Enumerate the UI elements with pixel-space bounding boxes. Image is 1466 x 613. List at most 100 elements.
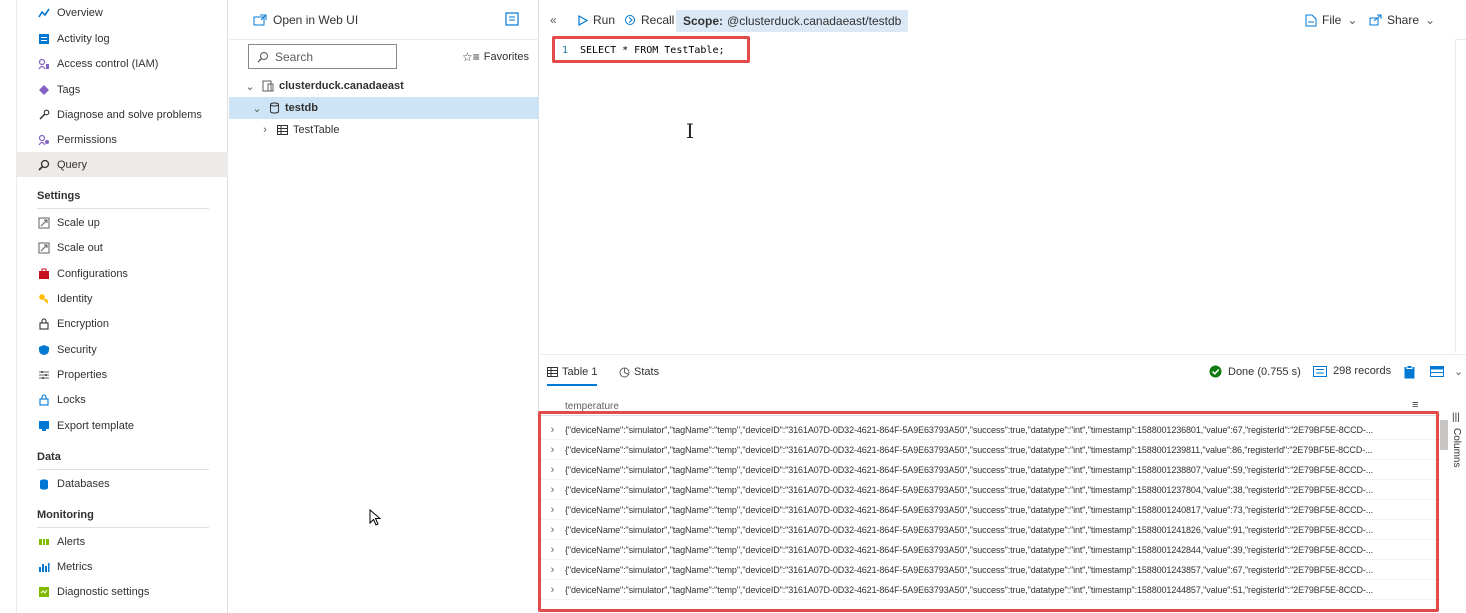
- open-in-web-ui-label: Open in Web UI: [273, 13, 359, 27]
- expand-panel-button[interactable]: «: [550, 13, 557, 27]
- records-text: 298 records: [1333, 365, 1392, 377]
- search-placeholder: Search: [275, 49, 314, 64]
- nav-item-identity[interactable]: Identity: [17, 286, 228, 311]
- chevron-down-icon: ⌄: [1454, 366, 1464, 378]
- nav-item-query[interactable]: Query: [17, 152, 228, 177]
- scope-label: Scope:: [683, 14, 724, 28]
- nav-item-label: Databases: [57, 477, 110, 490]
- nav-item-scale-up[interactable]: Scale up: [17, 210, 228, 235]
- query-editor[interactable]: 1 SELECT * FROM TestTable;: [540, 38, 1455, 354]
- run-label: Run: [593, 13, 616, 27]
- collapse-panel-button[interactable]: [505, 12, 519, 29]
- scope-value: @clusterduck.canadaeast/testdb: [727, 14, 902, 28]
- tab-stats[interactable]: Stats: [619, 366, 659, 378]
- nav-item-access-control[interactable]: Access control (IAM): [17, 51, 228, 76]
- copy-results-button[interactable]: [1404, 365, 1421, 379]
- table-view-icon: [1430, 366, 1444, 377]
- nav-item-label: Activity log: [57, 32, 110, 45]
- file-icon: [1305, 14, 1317, 26]
- alerts-icon: [37, 535, 50, 548]
- nav-item-label: Configurations: [57, 267, 128, 280]
- search-icon: [257, 51, 269, 62]
- nav-item-label: Export template: [57, 419, 135, 432]
- editor-scrollbar[interactable]: [1455, 40, 1466, 353]
- nav-item-locks[interactable]: Locks: [17, 387, 228, 412]
- tree-item-cluster[interactable]: ⌄ clusterduck.canadaeast: [229, 75, 539, 97]
- nav-item-scale-out[interactable]: Scale out: [17, 235, 228, 260]
- tab-table-1[interactable]: Table 1: [547, 366, 598, 386]
- columns-side-panel-button[interactable]: ||| Columns: [1448, 410, 1466, 470]
- view-options-button[interactable]: ⌄: [1430, 365, 1463, 378]
- nav-item-activity-log[interactable]: Activity log: [17, 26, 228, 51]
- recall-label: Recall: [641, 13, 675, 27]
- stats-icon: [619, 367, 630, 377]
- nav-item-label: Security: [57, 343, 97, 356]
- nav-item-databases[interactable]: Databases: [17, 471, 228, 496]
- nav-item-security[interactable]: Security: [17, 337, 228, 362]
- records-icon: [1313, 365, 1327, 377]
- nav-item-label: Tags: [57, 83, 81, 96]
- tag-icon: [37, 83, 50, 96]
- wrench-icon: [37, 108, 50, 121]
- nav-item-permissions[interactable]: Permissions: [17, 127, 228, 152]
- nav-item-label: Access control (IAM): [57, 57, 159, 70]
- chevron-down-icon: ⌄: [252, 102, 262, 115]
- lock-icon: [37, 393, 50, 406]
- nav-item-overview[interactable]: Overview: [17, 0, 228, 25]
- nav-item-diagnostic-settings[interactable]: Diagnostic settings: [17, 579, 228, 604]
- share-icon: [1369, 14, 1382, 26]
- database-tree-panel: Open in Web UI Search ☆≡ Favorites ⌄ clu…: [229, 0, 539, 613]
- file-menu-button[interactable]: File ⌄: [1305, 13, 1357, 27]
- chevron-down-icon: ⌄: [1347, 13, 1358, 27]
- nav-item-configurations[interactable]: Configurations: [17, 261, 228, 286]
- scale-out-icon: [37, 241, 50, 254]
- metrics-icon: [37, 560, 50, 573]
- favorites-button[interactable]: ☆≡ Favorites: [462, 50, 529, 64]
- results-highlight-box: [538, 411, 1439, 612]
- section-settings: Settings: [37, 190, 209, 209]
- nav-item-export-template[interactable]: Export template: [17, 413, 228, 438]
- export-template-icon: [37, 419, 50, 432]
- cluster-name: clusterduck.canadaeast: [279, 80, 404, 92]
- permissions-icon: [37, 133, 50, 146]
- results-toolbar: Table 1 Stats Done (0.755 s) 298 records…: [540, 354, 1466, 390]
- query-highlight-box: [552, 36, 750, 63]
- tab-stats-label: Stats: [634, 366, 660, 378]
- run-button[interactable]: Run: [578, 13, 615, 27]
- chevron-down-icon: ⌄: [1425, 13, 1436, 27]
- tree-search-input[interactable]: Search: [248, 44, 397, 69]
- column-menu-icon[interactable]: ≡: [1412, 399, 1418, 411]
- chevron-right-icon: ›: [263, 124, 267, 136]
- nav-item-label: Alerts: [57, 535, 86, 548]
- section-data: Data: [37, 451, 209, 470]
- chevron-down-icon: ⌄: [245, 80, 255, 93]
- database-name: testdb: [285, 102, 318, 114]
- nav-item-encryption[interactable]: Encryption: [17, 311, 228, 336]
- scope-badge[interactable]: Scope: @clusterduck.canadaeast/testdb: [676, 10, 909, 32]
- properties-icon: [37, 368, 50, 381]
- share-label: Share: [1387, 13, 1420, 27]
- grid-scrollbar-thumb[interactable]: [1440, 420, 1448, 450]
- nav-item-label: Diagnose and solve problems: [57, 108, 202, 121]
- iam-icon: [37, 57, 50, 70]
- tree-item-table[interactable]: › TestTable: [229, 119, 539, 141]
- text-cursor-icon: I: [686, 119, 694, 143]
- query-toolbar: « Run Recall Scope: @clusterduck.canadae…: [540, 0, 1466, 40]
- clipboard-icon: [1404, 365, 1415, 379]
- resource-menu: Overview Activity log Access control (IA…: [0, 0, 228, 613]
- nav-item-diagnose[interactable]: Diagnose and solve problems: [17, 102, 228, 127]
- tab-table-label: Table 1: [562, 366, 598, 378]
- shield-icon: [37, 343, 50, 356]
- nav-item-label: Diagnostic settings: [57, 585, 150, 598]
- nav-item-tags[interactable]: Tags: [17, 77, 228, 102]
- nav-item-label: Metrics: [57, 560, 93, 573]
- open-in-web-ui-button[interactable]: Open in Web UI: [253, 13, 358, 27]
- nav-item-metrics[interactable]: Metrics: [17, 554, 228, 579]
- share-menu-button[interactable]: Share ⌄: [1369, 13, 1435, 27]
- nav-item-properties[interactable]: Properties: [17, 362, 228, 387]
- recall-button[interactable]: Recall: [624, 13, 674, 27]
- nav-item-label: Permissions: [57, 133, 117, 146]
- tree-item-database[interactable]: ⌄ testdb: [229, 97, 539, 119]
- check-circle-icon: [1209, 365, 1222, 378]
- nav-item-alerts[interactable]: Alerts: [17, 529, 228, 554]
